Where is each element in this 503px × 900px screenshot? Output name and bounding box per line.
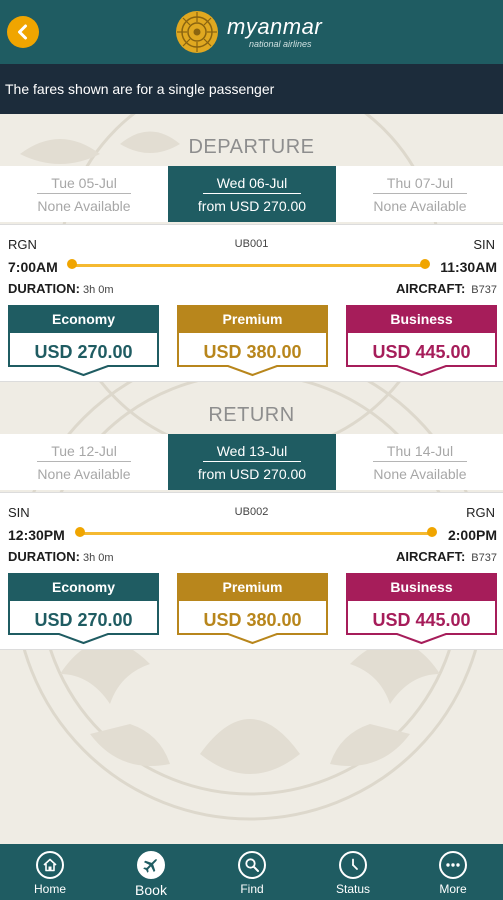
fare-price: USD 445.00 <box>372 609 471 630</box>
route-end-dot <box>427 527 437 537</box>
departure-date-next[interactable]: Thu 07-Jul None Available <box>336 166 503 222</box>
date-label: Wed 13-Jul <box>202 443 302 462</box>
date-fare: from USD 270.00 <box>197 465 307 482</box>
aircraft-value: B737 <box>471 284 497 296</box>
clock-icon <box>339 851 367 879</box>
departure-date-prev[interactable]: Tue 05-Jul None Available <box>0 166 168 222</box>
brand-subtitle: national airlines <box>249 38 312 49</box>
date-fare: None Available <box>37 197 131 214</box>
return-title: RETURN <box>208 404 295 426</box>
duration-info: DURATION: 3h 0m <box>8 281 114 296</box>
nav-label: Find <box>240 882 264 896</box>
fare-cabin: Premium <box>222 579 283 595</box>
home-icon <box>36 851 64 879</box>
nav-label: Book <box>135 882 167 898</box>
economy-fare-button[interactable]: Economy USD 270.00 <box>8 573 159 645</box>
arrival-time: 2:00PM <box>447 527 497 543</box>
duration-value: 3h 0m <box>82 552 114 564</box>
departure-title: DEPARTURE <box>188 136 315 158</box>
departure-date-tabs: Tue 05-Jul None Available Wed 06-Jul fro… <box>0 166 503 222</box>
fare-cabin: Economy <box>51 311 115 327</box>
date-label: Tue 12-Jul <box>37 443 131 462</box>
plane-icon <box>137 851 165 879</box>
fare-price: USD 380.00 <box>203 609 302 630</box>
aircraft-info: AIRCRAFT: B737 <box>396 281 497 296</box>
date-label: Tue 05-Jul <box>37 175 131 194</box>
arrival-time: 11:30AM <box>440 259 497 275</box>
route-start-dot <box>67 259 77 269</box>
fare-cabin: Business <box>390 579 453 595</box>
route-start-dot <box>75 527 85 537</box>
date-label: Thu 07-Jul <box>372 175 468 194</box>
airline-logo: myanmar national airlines <box>175 10 322 54</box>
fare-price: USD 270.00 <box>34 609 133 630</box>
aircraft-value: B737 <box>471 552 497 564</box>
bottom-navigation: Home Book Find Status More <box>0 844 503 900</box>
search-icon <box>238 851 266 879</box>
date-label: Wed 06-Jul <box>202 175 302 194</box>
date-fare: from USD 270.00 <box>197 197 307 214</box>
return-flight-card: SIN UB002 RGN 12:30PM 2:00PM DURATION: 3h… <box>0 492 503 650</box>
date-fare: None Available <box>373 465 467 482</box>
route-end-dot <box>420 259 430 269</box>
date-label: Thu 14-Jul <box>372 443 468 462</box>
flight-number: UB001 <box>234 238 269 250</box>
business-fare-button[interactable]: Business USD 445.00 <box>346 573 497 645</box>
destination-code: SIN <box>473 237 495 252</box>
fare-price: USD 445.00 <box>372 341 471 362</box>
fare-cabin: Business <box>390 311 453 327</box>
destination-code: RGN <box>466 505 495 520</box>
fare-cabin: Premium <box>222 311 283 327</box>
duration-label: DURATION: <box>8 281 80 296</box>
aircraft-label: AIRCRAFT: <box>395 549 466 564</box>
chevron-left-icon <box>18 24 27 40</box>
back-button[interactable] <box>7 16 39 48</box>
premium-fare-button[interactable]: Premium USD 380.00 <box>177 573 328 645</box>
nav-book[interactable]: Book <box>101 844 201 900</box>
flight-number: UB002 <box>234 506 269 518</box>
route-line <box>72 264 426 267</box>
date-fare: None Available <box>37 465 131 482</box>
return-date-next[interactable]: Thu 14-Jul None Available <box>336 434 503 490</box>
nav-label: More <box>439 882 467 896</box>
brand-name: myanmar <box>227 13 323 39</box>
logo-emblem-icon <box>176 11 218 53</box>
economy-fare-button[interactable]: Economy USD 270.00 <box>8 305 159 377</box>
aircraft-label: AIRCRAFT: <box>395 281 466 296</box>
nav-find[interactable]: Find <box>202 844 302 900</box>
departure-flight-card: RGN UB001 SIN 7:00AM 11:30AM DURATION: 3h… <box>0 224 503 382</box>
duration-value: 3h 0m <box>82 284 114 296</box>
fare-cabin: Economy <box>51 579 115 595</box>
duration-label: DURATION: <box>8 549 80 564</box>
fare-price: USD 270.00 <box>34 341 133 362</box>
date-fare: None Available <box>373 197 467 214</box>
nav-label: Status <box>335 882 371 896</box>
fare-price: USD 380.00 <box>203 341 302 362</box>
departure-time: 7:00AM <box>8 259 58 275</box>
nav-more[interactable]: More <box>403 844 503 900</box>
app-header: myanmar national airlines <box>0 0 503 64</box>
more-icon <box>439 851 467 879</box>
nav-label: Home <box>33 882 66 896</box>
return-date-prev[interactable]: Tue 12-Jul None Available <box>0 434 168 490</box>
departure-time: 12:30PM <box>8 527 65 543</box>
return-date-selected[interactable]: Wed 13-Jul from USD 270.00 <box>168 434 336 490</box>
fare-notice: The fares shown are for a single passeng… <box>0 64 503 114</box>
aircraft-info: AIRCRAFT: B737 <box>396 549 497 564</box>
premium-fare-button[interactable]: Premium USD 380.00 <box>177 305 328 377</box>
business-fare-button[interactable]: Business USD 445.00 <box>346 305 497 377</box>
departure-date-selected[interactable]: Wed 06-Jul from USD 270.00 <box>168 166 336 222</box>
nav-status[interactable]: Status <box>303 844 403 900</box>
return-date-tabs: Tue 12-Jul None Available Wed 13-Jul fro… <box>0 434 503 490</box>
nav-home[interactable]: Home <box>0 844 100 900</box>
route-line <box>80 532 432 535</box>
duration-info: DURATION: 3h 0m <box>8 549 114 564</box>
